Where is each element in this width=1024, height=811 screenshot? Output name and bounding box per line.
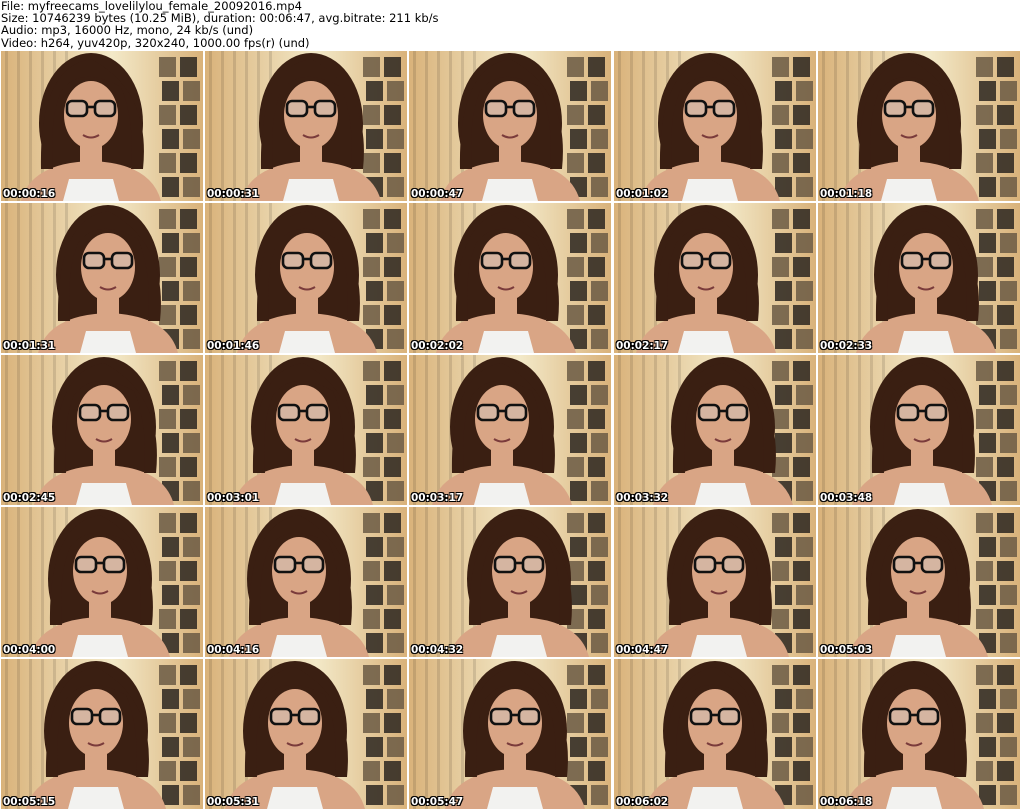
video-frame	[409, 507, 611, 657]
video-thumbnail: 00:04:32	[409, 507, 611, 657]
thumbnail-timestamp: 00:02:02	[411, 340, 464, 352]
video-thumbnail: 00:00:47	[409, 51, 611, 201]
thumbnail-timestamp: 00:03:48	[820, 492, 873, 504]
video-thumbnail: 00:01:18	[818, 51, 1020, 201]
video-thumbnail: 00:03:32	[614, 355, 816, 505]
video-frame	[409, 51, 611, 201]
thumbnail-timestamp: 00:01:46	[207, 340, 260, 352]
video-frame	[614, 355, 816, 505]
video-thumbnail: 00:01:46	[205, 203, 407, 353]
video-frame	[1, 51, 203, 201]
thumbnail-timestamp: 00:06:02	[616, 796, 669, 808]
thumbnail-timestamp: 00:03:17	[411, 492, 464, 504]
video-frame	[205, 659, 407, 809]
thumbnail-timestamp: 00:02:45	[3, 492, 56, 504]
video-frame	[1, 507, 203, 657]
thumbnail-timestamp: 00:01:18	[820, 188, 873, 200]
thumbnail-timestamp: 00:00:16	[3, 188, 56, 200]
video-frame	[205, 51, 407, 201]
audio-info-line: Audio: mp3, 16000 Hz, mono, 24 kb/s (und…	[1, 23, 254, 38]
video-thumbnail: 00:04:16	[205, 507, 407, 657]
video-frame	[818, 203, 1020, 353]
thumbnail-timestamp: 00:04:47	[616, 644, 669, 656]
thumbnail-timestamp: 00:00:31	[207, 188, 260, 200]
thumbnail-timestamp: 00:01:31	[3, 340, 56, 352]
video-frame	[614, 51, 816, 201]
video-thumbnail: 00:05:15	[1, 659, 203, 809]
video-thumbnail: 00:00:31	[205, 51, 407, 201]
video-thumbnail: 00:05:03	[818, 507, 1020, 657]
video-thumbnail: 00:06:18	[818, 659, 1020, 809]
file-info-header: File: myfreecams_lovelilylou_female_2009…	[0, 0, 1024, 50]
contact-sheet: File: myfreecams_lovelilylou_female_2009…	[0, 0, 1024, 811]
thumbnail-timestamp: 00:03:32	[616, 492, 669, 504]
video-frame	[1, 203, 203, 353]
thumbnail-timestamp: 00:05:47	[411, 796, 464, 808]
thumbnail-timestamp: 00:04:00	[3, 644, 56, 656]
video-thumbnail: 00:04:00	[1, 507, 203, 657]
video-frame	[205, 355, 407, 505]
video-thumbnail: 00:01:02	[614, 51, 816, 201]
video-frame	[818, 507, 1020, 657]
video-thumbnail: 00:05:31	[205, 659, 407, 809]
video-frame	[818, 51, 1020, 201]
video-thumbnail: 00:02:45	[1, 355, 203, 505]
video-thumbnail: 00:05:47	[409, 659, 611, 809]
thumbnail-timestamp: 00:05:03	[820, 644, 873, 656]
video-frame	[818, 659, 1020, 809]
thumbnail-timestamp: 00:01:02	[616, 188, 669, 200]
video-thumbnail: 00:03:17	[409, 355, 611, 505]
video-frame	[1, 659, 203, 809]
thumbnail-timestamp: 00:04:16	[207, 644, 260, 656]
video-thumbnail: 00:04:47	[614, 507, 816, 657]
video-thumbnail: 00:01:31	[1, 203, 203, 353]
video-frame	[205, 203, 407, 353]
video-frame	[1, 355, 203, 505]
thumbnail-timestamp: 00:05:15	[3, 796, 56, 808]
thumbnail-timestamp: 00:05:31	[207, 796, 260, 808]
video-frame	[205, 507, 407, 657]
thumbnail-timestamp: 00:00:47	[411, 188, 464, 200]
thumbnail-timestamp: 00:02:33	[820, 340, 873, 352]
video-thumbnail: 00:03:48	[818, 355, 1020, 505]
video-frame	[409, 659, 611, 809]
thumbnail-timestamp: 00:03:01	[207, 492, 260, 504]
video-frame	[409, 203, 611, 353]
video-frame	[614, 203, 816, 353]
video-thumbnail: 00:02:02	[409, 203, 611, 353]
thumbnail-timestamp: 00:04:32	[411, 644, 464, 656]
video-info-line: Video: h264, yuv420p, 320x240, 1000.00 f…	[1, 35, 310, 50]
video-thumbnail: 00:02:17	[614, 203, 816, 353]
thumbnail-timestamp: 00:06:18	[820, 796, 873, 808]
video-thumbnail: 00:06:02	[614, 659, 816, 809]
video-thumbnail: 00:03:01	[205, 355, 407, 505]
thumbnail-timestamp: 00:02:17	[616, 340, 669, 352]
video-thumbnail: 00:02:33	[818, 203, 1020, 353]
video-thumbnail: 00:00:16	[1, 51, 203, 201]
video-frame	[614, 507, 816, 657]
video-frame	[409, 355, 611, 505]
video-frame	[818, 355, 1020, 505]
thumbnail-grid: 00:00:16 00:00:31 00:00:47 00:01:02 00:01:18…	[1, 51, 1023, 811]
video-frame	[614, 659, 816, 809]
